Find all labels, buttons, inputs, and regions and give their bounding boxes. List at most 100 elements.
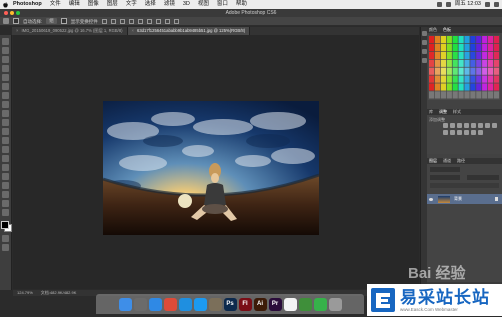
posterize-adjust-icon[interactable] xyxy=(464,130,469,135)
opacity-field[interactable] xyxy=(467,175,499,180)
swatch-cell[interactable] xyxy=(470,51,476,59)
swatch-cell[interactable] xyxy=(488,36,494,44)
close-tab-icon[interactable]: × xyxy=(132,28,134,33)
swatch-cell[interactable] xyxy=(464,51,470,59)
qq-icon[interactable] xyxy=(178,297,192,311)
swatch-cell[interactable] xyxy=(440,36,446,44)
menu-clock[interactable]: 周五 12:03 xyxy=(455,0,481,9)
swatch-cell[interactable] xyxy=(482,43,488,52)
swatch-cell[interactable] xyxy=(429,75,435,83)
visibility-eye-icon[interactable] xyxy=(429,197,433,201)
menu-photoshop[interactable]: Photoshop xyxy=(13,0,42,9)
swatch-cell[interactable] xyxy=(488,75,494,83)
hand-tool-icon[interactable] xyxy=(2,200,9,207)
swatch-cell[interactable] xyxy=(446,36,452,44)
menu-type[interactable]: 文字 xyxy=(126,0,137,9)
tab-document-1[interactable]: × IMG_20150619_090522.jpg @ 16.7% (图层 1, … xyxy=(12,27,128,35)
finder-icon[interactable] xyxy=(118,297,132,311)
close-tab-icon[interactable]: × xyxy=(16,28,18,33)
channel-mixer-adjust-icon[interactable] xyxy=(450,130,455,135)
swatch-cell[interactable] xyxy=(458,59,464,67)
swatch-cell[interactable] xyxy=(429,43,435,52)
swatch-cell[interactable] xyxy=(458,36,464,44)
quick-mask-icon[interactable] xyxy=(2,235,9,242)
swatch-cell[interactable] xyxy=(488,83,494,91)
align-left-icon[interactable] xyxy=(128,18,134,24)
blend-mode-select[interactable] xyxy=(430,175,460,180)
swatch-cell[interactable] xyxy=(434,51,441,59)
move-tool-icon[interactable] xyxy=(2,38,9,45)
zoom-level[interactable]: 124.79% xyxy=(17,290,33,296)
path-select-tool-icon[interactable] xyxy=(2,182,9,189)
healing-brush-tool-icon[interactable] xyxy=(2,92,9,99)
pen-tool-icon[interactable] xyxy=(2,164,9,171)
auto-select-dropdown[interactable]: 组 xyxy=(46,18,57,24)
eyedropper-tool-icon[interactable] xyxy=(2,83,9,90)
battery-icon[interactable] xyxy=(445,2,451,7)
gradient-tool-icon[interactable] xyxy=(2,137,9,144)
swatch-cell[interactable] xyxy=(482,75,488,83)
menu-select[interactable]: 选择 xyxy=(145,0,156,9)
swatch-cell[interactable] xyxy=(493,43,500,52)
type-tool-icon[interactable] xyxy=(2,173,9,180)
tab-document-2[interactable]: × 63d17f1256451ababb9b1ab9485b51.jpg @ 12… xyxy=(127,27,251,35)
swatch-cell[interactable] xyxy=(464,59,470,67)
align-bottom-icon[interactable] xyxy=(119,18,125,24)
wifi-icon[interactable] xyxy=(436,2,442,7)
swatch-cell[interactable] xyxy=(464,36,470,44)
distribute-middle-icon[interactable] xyxy=(164,18,170,24)
selective-color-adjust-icon[interactable] xyxy=(478,130,483,135)
tab-channels[interactable]: 通道 xyxy=(443,158,451,164)
swatch-cell[interactable] xyxy=(470,67,476,75)
lock-options[interactable] xyxy=(430,183,499,188)
menu-3d[interactable]: 3D xyxy=(183,0,190,9)
crop-tool-icon[interactable] xyxy=(2,74,9,81)
threshold-adjust-icon[interactable] xyxy=(471,130,476,135)
swatch-cell[interactable] xyxy=(440,43,446,52)
clone-stamp-tool-icon[interactable] xyxy=(2,110,9,117)
swatch-cell[interactable] xyxy=(429,67,435,75)
swatch-cell[interactable] xyxy=(429,59,435,67)
swatch-cell[interactable] xyxy=(452,36,458,44)
wechat-icon[interactable] xyxy=(313,297,327,311)
document-photo[interactable] xyxy=(103,101,319,235)
swatch-cell[interactable] xyxy=(476,75,482,83)
swatch-cell[interactable] xyxy=(452,59,458,67)
swatch-cell[interactable] xyxy=(476,51,482,59)
swatch-cell[interactable] xyxy=(476,91,482,99)
swatch-cell[interactable] xyxy=(476,83,482,91)
swatch-cell[interactable] xyxy=(452,51,458,59)
launchpad-icon[interactable] xyxy=(133,297,147,311)
distribute-bottom-icon[interactable] xyxy=(173,18,179,24)
swatch-cells[interactable] xyxy=(428,35,500,100)
move-tool-preset-icon[interactable] xyxy=(3,18,9,24)
tab-paths[interactable]: 路径 xyxy=(457,158,465,164)
preview-icon[interactable] xyxy=(208,297,222,311)
align-center-icon[interactable] xyxy=(137,18,143,24)
quick-select-tool-icon[interactable] xyxy=(2,65,9,72)
swatch-cell[interactable] xyxy=(464,67,470,75)
swatch-cell[interactable] xyxy=(440,91,446,99)
swatch-cell[interactable] xyxy=(440,59,446,67)
swatch-cell[interactable] xyxy=(482,67,488,75)
swatch-cell[interactable] xyxy=(493,36,500,44)
align-middle-icon[interactable] xyxy=(110,18,116,24)
layer-row-background[interactable]: 背景 xyxy=(427,194,502,204)
shape-tool-icon[interactable] xyxy=(2,191,9,198)
swatch-cell[interactable] xyxy=(470,36,476,44)
appstore-icon[interactable] xyxy=(193,297,207,311)
swatch-cell[interactable] xyxy=(493,67,500,75)
swatch-cell[interactable] xyxy=(482,83,488,91)
invert-adjust-icon[interactable] xyxy=(457,130,462,135)
swatch-cell[interactable] xyxy=(446,83,452,91)
swatch-cell[interactable] xyxy=(493,59,500,67)
swatch-cell[interactable] xyxy=(488,67,494,75)
hue-adjust-icon[interactable] xyxy=(478,123,483,128)
swatch-cell[interactable] xyxy=(488,51,494,59)
properties-panel-icon[interactable] xyxy=(421,40,427,45)
swatches-grid[interactable] xyxy=(428,35,500,100)
swatch-cell[interactable] xyxy=(429,51,435,59)
blur-tool-icon[interactable] xyxy=(2,146,9,153)
align-top-icon[interactable] xyxy=(101,18,107,24)
swatch-cell[interactable] xyxy=(440,51,446,59)
